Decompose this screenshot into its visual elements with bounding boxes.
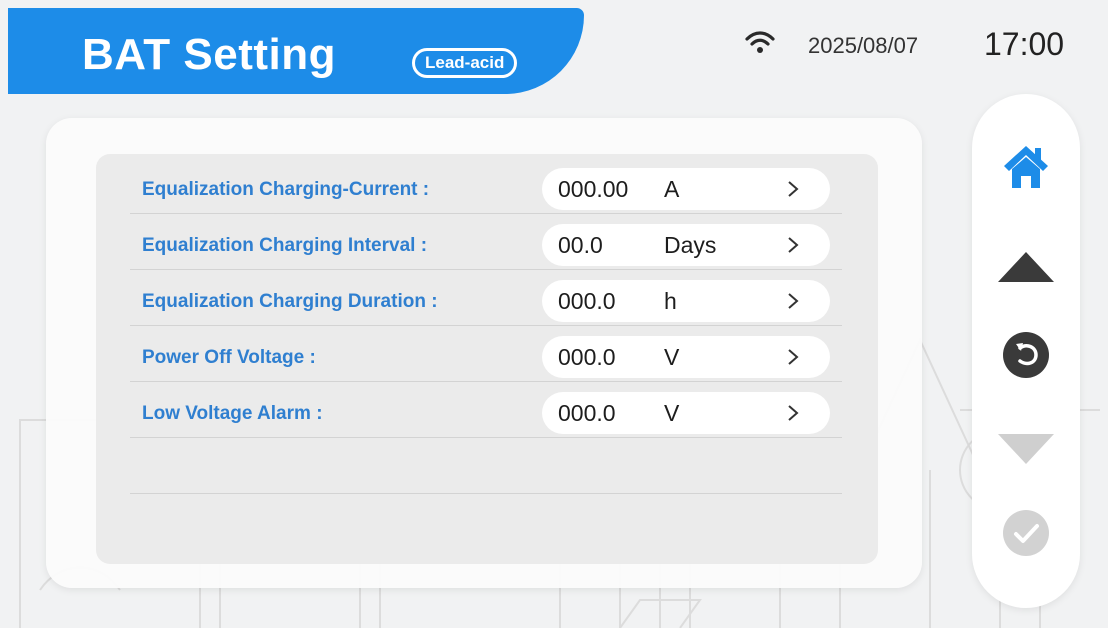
- setting-value: 000.0: [558, 344, 616, 370]
- setting-label: Equalization Charging-Current :: [142, 179, 430, 200]
- value-field-low-voltage-alarm[interactable]: 000.0 V: [542, 392, 830, 434]
- return-icon[interactable]: [1003, 332, 1049, 378]
- setting-label: Equalization Charging Interval :: [142, 235, 428, 256]
- side-navigation: [972, 94, 1080, 608]
- battery-type-badge: Lead-acid: [412, 48, 518, 78]
- row-divider: [130, 493, 842, 494]
- chevron-right-icon: [788, 237, 799, 253]
- row-divider: [130, 325, 842, 326]
- confirm-check-icon[interactable]: [1003, 510, 1049, 556]
- setting-label: Low Voltage Alarm :: [142, 403, 323, 424]
- setting-value: 000.0: [558, 288, 616, 314]
- setting-unit: V: [664, 400, 680, 426]
- setting-label: Equalization Charging Duration :: [142, 291, 438, 312]
- home-icon[interactable]: [1002, 144, 1050, 190]
- setting-label: Power Off Voltage :: [142, 347, 316, 368]
- setting-row-equalization-interval: Equalization Charging Interval : 00.0 Da…: [96, 224, 878, 268]
- wifi-icon: [745, 31, 775, 53]
- value-field-equalization-duration[interactable]: 000.0 h: [542, 280, 830, 322]
- chevron-right-icon: [788, 349, 799, 365]
- page-title: BAT Setting: [82, 30, 336, 79]
- setting-row-equalization-duration: Equalization Charging Duration : 000.0 h: [96, 280, 878, 324]
- setting-value: 000.00: [558, 176, 629, 202]
- setting-row-power-off-voltage: Power Off Voltage : 000.0 V: [96, 336, 878, 380]
- settings-list: Equalization Charging-Current : 000.00 A…: [96, 154, 878, 564]
- chevron-right-icon: [788, 293, 799, 309]
- settings-panel: Equalization Charging-Current : 000.00 A…: [46, 118, 922, 588]
- arrow-up-icon[interactable]: [998, 252, 1054, 282]
- arrow-down-icon[interactable]: [998, 434, 1054, 464]
- value-field-equalization-current[interactable]: 000.00 A: [542, 168, 830, 210]
- row-divider: [130, 213, 842, 214]
- value-field-power-off-voltage[interactable]: 000.0 V: [542, 336, 830, 378]
- row-divider: [130, 381, 842, 382]
- setting-unit: A: [664, 176, 680, 202]
- setting-unit: V: [664, 344, 680, 370]
- value-field-equalization-interval[interactable]: 00.0 Days: [542, 224, 830, 266]
- chevron-right-icon: [788, 181, 799, 197]
- setting-row-equalization-current: Equalization Charging-Current : 000.00 A: [96, 168, 878, 212]
- setting-unit: h: [664, 288, 677, 314]
- setting-value: 000.0: [558, 400, 616, 426]
- setting-value: 00.0: [558, 232, 603, 258]
- row-divider: [130, 437, 842, 438]
- status-time: 17:00: [984, 26, 1065, 62]
- setting-row-low-voltage-alarm: Low Voltage Alarm : 000.0 V: [96, 392, 878, 436]
- chevron-right-icon: [788, 405, 799, 421]
- row-divider: [130, 269, 842, 270]
- setting-unit: Days: [664, 232, 717, 258]
- title-banner: BAT Setting Lead-acid: [8, 8, 584, 94]
- status-date: 2025/08/07: [808, 33, 919, 58]
